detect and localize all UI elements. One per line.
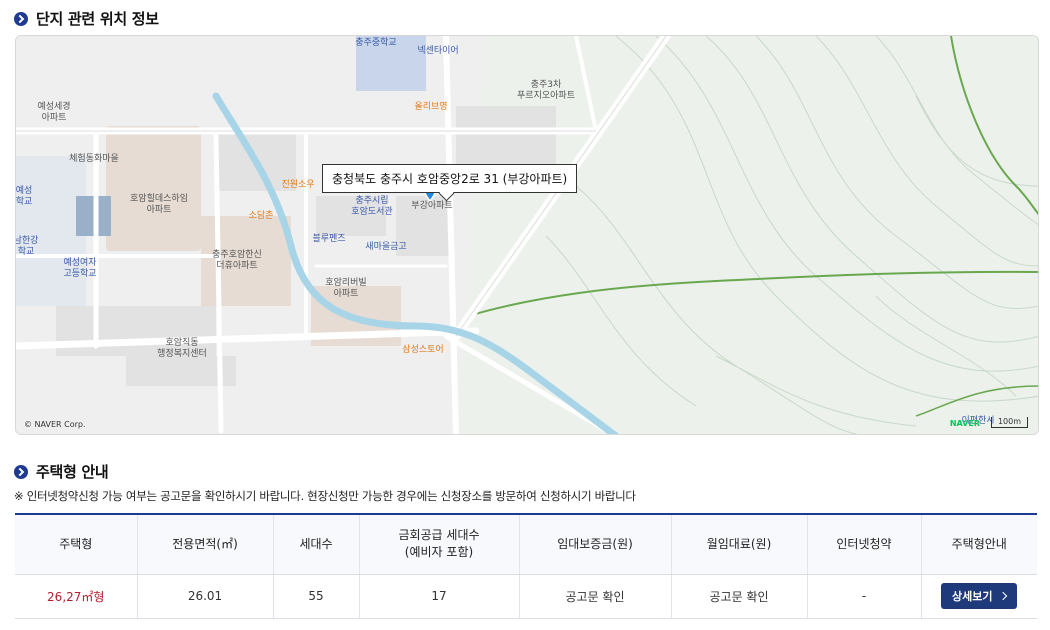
housing-section-title: 주택형 안내 (36, 463, 109, 481)
detail-view-label: 상세보기 (952, 590, 993, 603)
cell-area: 26.01 (136, 574, 273, 619)
poi-label[interactable]: 넥센타이어 (417, 46, 458, 57)
poi-label[interactable]: 부강아파트 (411, 201, 452, 212)
col-header-units: 세대수 (272, 513, 359, 575)
cell-deposit: 공고문 확인 (518, 574, 671, 619)
col-header-guide: 주택형안내 (920, 513, 1037, 575)
section-bullet-icon (14, 464, 28, 479)
location-section-header: 단지 관련 위치 정보 (14, 8, 159, 29)
poi-label[interactable]: 예성세경 아파트 (37, 102, 70, 124)
poi-label[interactable]: 충주시립 호암도서관 (351, 196, 392, 218)
poi-label[interactable]: 충주호암한신 더휴아파트 (212, 250, 262, 272)
chevron-right-icon (999, 591, 1008, 601)
poi-label[interactable]: 예성 학교 (16, 186, 32, 208)
col-header-supply: 금회공급 세대수 (예비자 포함) (358, 513, 519, 575)
poi-label[interactable]: 블루펜즈 (312, 234, 345, 245)
detail-view-button[interactable]: 상세보기 (941, 583, 1018, 609)
poi-label[interactable]: 충주중학교 (355, 38, 396, 49)
poi-label[interactable]: 소담촌 (249, 211, 274, 222)
poi-label[interactable]: 호암리버빌 아파트 (325, 278, 366, 300)
poi-label[interactable]: 올리브영 (414, 102, 447, 113)
poi-label[interactable]: 진원소우 (281, 180, 314, 191)
table-row: 26,27㎡형 26.01 55 17 공고문 확인 공고문 확인 - 상세보기 (15, 574, 1037, 619)
col-header-area: 전용면적(㎡) (136, 513, 273, 575)
poi-label[interactable]: 예성여자 고등학교 (63, 258, 96, 280)
col-header-rent: 월임대료(원) (670, 513, 807, 575)
poi-label[interactable]: 남한강 학교 (16, 236, 38, 258)
cell-type: 26,27㎡형 (15, 574, 137, 619)
cell-supply: 17 (358, 574, 519, 619)
housing-section-header: 주택형 안내 (14, 461, 109, 482)
poi-label[interactable]: 호암힐데스하임 아파트 (130, 194, 188, 216)
housing-type-table: 주택형 전용면적(㎡) 세대수 금회공급 세대수 (예비자 포함) 임대보증금(… (15, 513, 1037, 619)
map-scale: 100m (990, 417, 1028, 428)
cell-rent: 공고문 확인 (670, 574, 807, 619)
col-header-type: 주택형 (15, 513, 137, 575)
poi-label[interactable]: 새마을금고 (365, 242, 406, 253)
poi-label[interactable]: 호암직동 행정복지센터 (157, 338, 207, 360)
table-header-row: 주택형 전용면적(㎡) 세대수 금회공급 세대수 (예비자 포함) 임대보증금(… (15, 513, 1037, 575)
poi-label[interactable]: 삼성스토어 (402, 345, 443, 356)
cell-guide: 상세보기 (920, 574, 1037, 619)
address-tooltip: 충청북도 충주시 호암중앙2로 31 (부강아파트) (322, 164, 578, 193)
col-header-deposit: 임대보증금(원) (518, 513, 671, 575)
map-copyright: © NAVER Corp. (24, 420, 86, 429)
location-section-title: 단지 관련 위치 정보 (36, 10, 159, 28)
section-bullet-icon (14, 11, 28, 26)
location-map[interactable]: 충주중학교 넥센타이어 올리브영 충주3차 푸르지오아파트 예성세경 아파트 체… (15, 35, 1039, 435)
cell-units: 55 (272, 574, 359, 619)
poi-label[interactable]: 체험동화마을 (69, 154, 119, 165)
notice-text: ※ 인터넷청약신청 가능 여부는 공고문을 확인하시기 바랍니다. 현장신청만 … (14, 489, 636, 503)
col-header-online: 인터넷청약 (806, 513, 921, 575)
poi-label[interactable]: 충주3차 푸르지오아파트 (517, 80, 575, 102)
naver-logo: NAVER (949, 419, 980, 428)
cell-online: - (806, 574, 921, 619)
